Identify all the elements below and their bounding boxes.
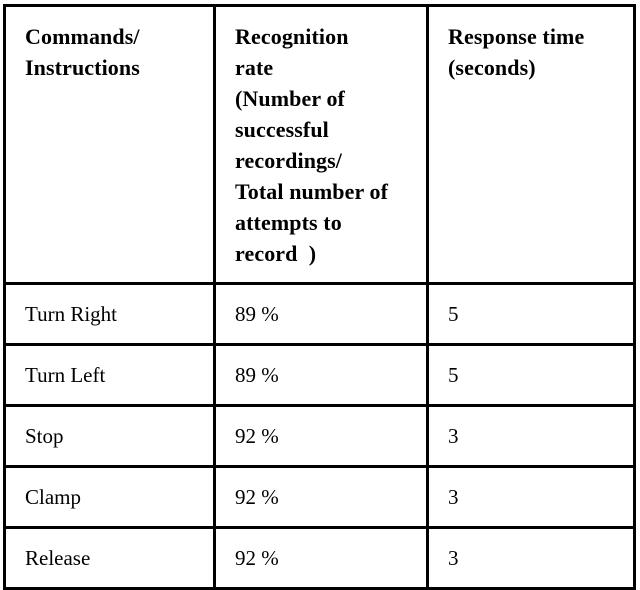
cell-response-time: 5 [426,282,636,346]
cell-recognition-rate: 89 % [213,282,429,346]
cell-response-time: 3 [426,465,636,529]
cell-response-time: 3 [426,404,636,468]
column-header-commands: Commands/ Instructions [3,4,216,285]
table-header-row: Commands/ Instructions Recognition rate … [3,4,636,285]
column-header-recognition-rate-line-4: successful [235,117,329,142]
cell-recognition-rate: 92 % [213,526,429,590]
column-header-recognition-rate-line-2: rate [235,55,274,80]
cell-command: Stop [3,404,216,468]
column-header-recognition-rate-line-8: record ) [235,241,317,266]
column-header-response-time-line-2: (seconds) [448,55,536,80]
cell-command: Release [3,526,216,590]
column-header-commands-line-1: Commands/ [25,24,140,49]
column-header-response-time-line-1: Response time [448,24,585,49]
table-row: Release 92 % 3 [3,526,636,590]
cell-recognition-rate: 89 % [213,343,429,407]
cell-response-time: 5 [426,343,636,407]
column-header-recognition-rate-line-5: recordings/ [235,148,343,173]
table-row: Turn Right 89 % 5 [3,282,636,346]
column-header-recognition-rate-line-1: Recognition [235,24,349,49]
column-header-recognition-rate-line-3: (Number of [235,86,345,111]
table-header: Commands/ Instructions Recognition rate … [3,4,636,285]
cell-recognition-rate: 92 % [213,404,429,468]
cell-command: Turn Left [3,343,216,407]
cell-command: Clamp [3,465,216,529]
table-container: Commands/ Instructions Recognition rate … [3,4,636,590]
column-header-recognition-rate-line-7: attempts to [235,210,342,235]
cell-response-time: 3 [426,526,636,590]
recognition-results-table: Commands/ Instructions Recognition rate … [3,4,636,590]
cell-recognition-rate: 92 % [213,465,429,529]
column-header-recognition-rate-line-6: Total number of [235,179,389,204]
table-row: Clamp 92 % 3 [3,465,636,529]
table-row: Turn Left 89 % 5 [3,343,636,407]
column-header-recognition-rate: Recognition rate (Number of successful r… [213,4,429,285]
table-row: Stop 92 % 3 [3,404,636,468]
column-header-response-time: Response time (seconds) [426,4,636,285]
column-header-commands-line-2: Instructions [25,55,140,80]
table-body: Turn Right 89 % 5 Turn Left 89 % 5 Stop … [3,282,636,590]
cell-command: Turn Right [3,282,216,346]
